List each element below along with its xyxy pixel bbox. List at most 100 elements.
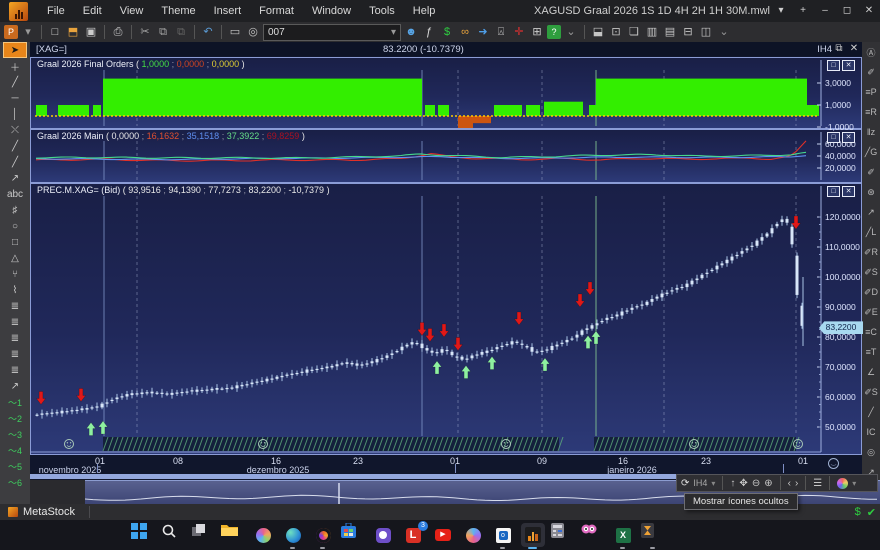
draw-tool-11[interactable]: ○: [3, 218, 27, 234]
panel-graal-main[interactable]: Graal 2026 Main ( 0,0000 ; 16,1632 ; 35,…: [30, 129, 862, 183]
taskbar-calculator-icon[interactable]: [551, 523, 575, 547]
taskbar-edge-icon[interactable]: [281, 523, 305, 547]
symbol-dropdown-icon[interactable]: ▾: [391, 27, 396, 38]
tile-horizontal-icon[interactable]: ▤: [662, 23, 678, 41]
downloader-icon[interactable]: ⍓: [493, 23, 509, 41]
draw-tool-18[interactable]: ≣: [3, 330, 27, 346]
zoom-in-icon[interactable]: ⊕: [764, 478, 772, 489]
explorer-icon[interactable]: ☻: [403, 23, 419, 41]
help-icon[interactable]: ?: [547, 25, 561, 39]
next-icon[interactable]: ›: [795, 478, 798, 489]
draw-tool-22[interactable]: 〜1: [3, 394, 27, 410]
screen-icon[interactable]: ▭: [227, 23, 243, 41]
draw-tool-21[interactable]: ↗: [3, 378, 27, 394]
title-dropdown-icon[interactable]: ▾: [770, 0, 792, 22]
menu-format[interactable]: Format: [250, 0, 303, 22]
menu-help[interactable]: Help: [404, 0, 445, 22]
panel-close-icon[interactable]: ✕: [842, 132, 855, 143]
chart-timeframe-label[interactable]: IH4: [817, 44, 832, 55]
side-tool-17[interactable]: ✐S: [863, 382, 879, 402]
panel-maximize-icon[interactable]: □: [827, 186, 840, 197]
panel-final-orders[interactable]: Graal 2026 Final Orders ( 1,0000 ; 0,000…: [30, 57, 862, 129]
panel-price-chart[interactable]: PREC.M.XAG= (Bid) ( 93,9516 ; 94,1390 ; …: [30, 183, 862, 455]
taskbar-explorer-icon[interactable]: [221, 523, 245, 547]
taskbar-search-icon[interactable]: [161, 523, 185, 547]
box-layout-icon[interactable]: ⊡: [608, 23, 624, 41]
side-tool-0[interactable]: Ⓐ: [863, 42, 879, 62]
more-icon[interactable]: ⌄: [563, 23, 579, 41]
zoom-out-icon[interactable]: ⊖: [752, 478, 760, 489]
taskbar-excel-icon[interactable]: X: [611, 523, 635, 547]
draw-tool-23[interactable]: 〜2: [3, 410, 27, 426]
draw-tool-16[interactable]: ≣: [3, 298, 27, 314]
taskbar-start-icon[interactable]: [131, 523, 155, 547]
palette-dropdown-icon[interactable]: ▾: [852, 479, 856, 488]
taskbar-copilot-icon[interactable]: [251, 523, 275, 547]
zoom-search-icon[interactable]: ◎: [245, 23, 261, 41]
columns-icon[interactable]: ◫: [698, 23, 714, 41]
side-tool-18[interactable]: ╱: [863, 402, 879, 422]
indicator-builder-icon[interactable]: ƒ: [421, 23, 437, 41]
side-tool-20[interactable]: ◎: [863, 442, 879, 462]
side-tool-10[interactable]: ✐R: [863, 242, 879, 262]
cut-icon[interactable]: ✂: [137, 23, 153, 41]
copy-icon[interactable]: ⧉: [155, 23, 171, 41]
side-tool-1[interactable]: ✐: [863, 62, 879, 82]
panel-maximize-icon[interactable]: □: [827, 60, 840, 71]
side-tool-4[interactable]: ‖z: [863, 122, 879, 142]
scroll-up-icon[interactable]: ↑: [730, 478, 735, 489]
draw-tool-7[interactable]: ╱: [3, 154, 27, 170]
taskbar-outlook-icon[interactable]: o: [491, 523, 515, 547]
forecaster-icon[interactable]: ➜: [475, 23, 491, 41]
close-button[interactable]: ✕: [858, 0, 880, 22]
minimize-button[interactable]: –: [814, 0, 836, 22]
side-tool-3[interactable]: ≡R: [863, 102, 879, 122]
side-tool-13[interactable]: ✐E: [863, 302, 879, 322]
side-tool-12[interactable]: ✐D: [863, 282, 879, 302]
side-tool-15[interactable]: ≡T: [863, 342, 879, 362]
taskbar-metastock-icon[interactable]: [521, 523, 545, 547]
draw-tool-0[interactable]: ➤: [3, 42, 27, 58]
palette-icon[interactable]: [837, 478, 848, 489]
draw-tool-19[interactable]: ≣: [3, 346, 27, 362]
timeframe-dropdown-icon[interactable]: ▾: [711, 479, 715, 488]
draw-tool-9[interactable]: abc: [3, 186, 27, 202]
system-tester-icon[interactable]: ✛: [511, 23, 527, 41]
taskbar-store-icon[interactable]: [341, 523, 365, 547]
draw-tool-3[interactable]: ─: [3, 90, 27, 106]
menu-window[interactable]: Window: [303, 0, 360, 22]
draw-tool-2[interactable]: ╱: [3, 74, 27, 90]
taskbar-copilot2-icon[interactable]: [461, 523, 485, 547]
save-icon[interactable]: ▣: [83, 23, 99, 41]
menu-theme[interactable]: Theme: [152, 0, 204, 22]
taskbar-firefox-icon[interactable]: [311, 523, 335, 547]
menu-view[interactable]: View: [111, 0, 153, 22]
expert-advisor-icon[interactable]: $: [439, 23, 455, 41]
draw-tool-24[interactable]: 〜3: [3, 426, 27, 442]
draw-tool-10[interactable]: ♯: [3, 202, 27, 218]
side-tool-16[interactable]: ∠: [863, 362, 879, 382]
draw-tool-5[interactable]: ⤬: [3, 122, 27, 138]
symbol-input[interactable]: 007▾: [263, 24, 401, 41]
quotes-icon[interactable]: ⊞: [529, 23, 545, 41]
paste-icon[interactable]: ⧉: [173, 23, 189, 41]
draw-tool-14[interactable]: ⑂: [3, 266, 27, 282]
cascade-icon[interactable]: ❏: [626, 23, 642, 41]
side-tool-7[interactable]: ⊛: [863, 182, 879, 202]
side-tool-6[interactable]: ✐: [863, 162, 879, 182]
menu-tools[interactable]: Tools: [360, 0, 404, 22]
draw-tool-13[interactable]: △: [3, 250, 27, 266]
draw-tool-1[interactable]: ＋: [3, 58, 27, 74]
draw-tool-12[interactable]: □: [3, 234, 27, 250]
print-icon[interactable]: ⎙: [110, 23, 126, 41]
more-layout-icon[interactable]: ⌄: [716, 23, 732, 41]
side-tool-2[interactable]: ≡P: [863, 82, 879, 102]
menu-edit[interactable]: Edit: [74, 0, 111, 22]
open-icon[interactable]: ⬒: [65, 23, 81, 41]
panel-close-icon[interactable]: ✕: [842, 60, 855, 71]
side-tool-8[interactable]: ↗: [863, 202, 879, 222]
draw-tool-15[interactable]: ⌇: [3, 282, 27, 298]
draw-tool-25[interactable]: 〜4: [3, 442, 27, 458]
taskbar-loop-icon[interactable]: L3: [401, 523, 425, 547]
dropdown-icon[interactable]: ▾: [20, 23, 36, 41]
